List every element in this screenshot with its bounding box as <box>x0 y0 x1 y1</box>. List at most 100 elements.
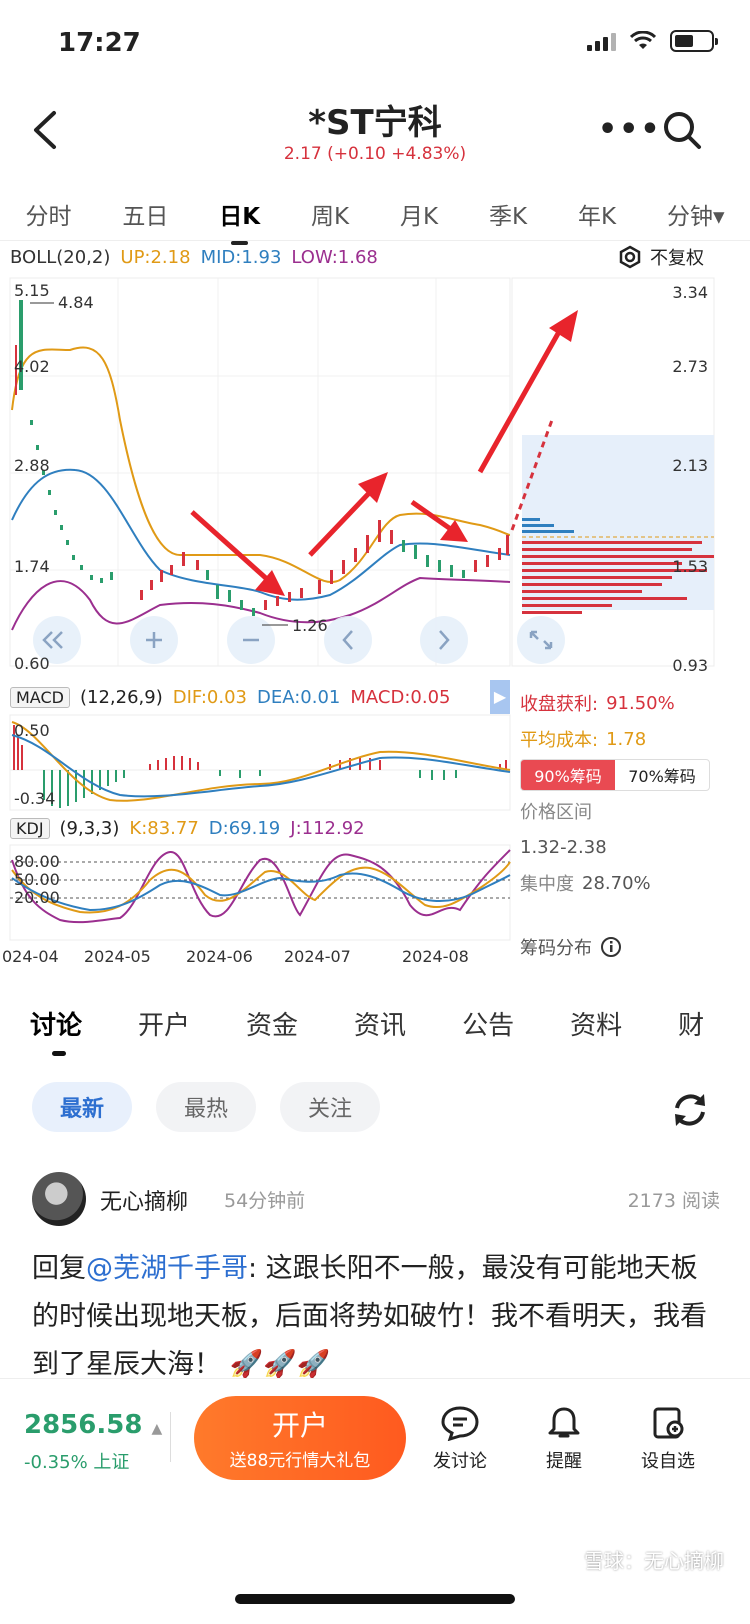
profit-row: 收盘获利: 91.50% <box>520 685 742 721</box>
macd-name[interactable]: MACD <box>10 687 70 708</box>
add-watchlist-button[interactable]: 设自选 <box>628 1405 708 1473</box>
settings-icon <box>619 245 641 269</box>
date-axis-2: 2024-06 <box>186 947 253 966</box>
tab-finance[interactable]: 财 <box>678 1005 704 1042</box>
tab-yearly-k[interactable]: 年K <box>578 193 616 235</box>
concentration-value: 28.70% <box>582 872 651 894</box>
kdj-k-line <box>11 861 511 914</box>
kdj-axis-2: 20.00 <box>14 888 60 907</box>
stock-price-change: 2.17 (+0.10 +4.83%) <box>283 144 467 164</box>
tab-wuri[interactable]: 五日 <box>122 193 168 235</box>
index-change: -0.35% 上证 <box>24 1452 130 1473</box>
expand-arrow-icon[interactable]: ▶ <box>490 680 510 714</box>
tab-funds[interactable]: 资金 <box>246 1005 298 1042</box>
tab-profile[interactable]: 资料 <box>570 1005 622 1042</box>
kdj-axis-1: 50.00 <box>14 870 60 889</box>
tab-weekly-k[interactable]: 周K <box>311 193 349 235</box>
boll-low: LOW:1.68 <box>291 247 378 268</box>
period-tabs: 分时 五日 日K 周K 月K 季K 年K 分钟▾ <box>0 190 750 245</box>
cost-label: 平均成本: <box>520 730 599 751</box>
price-axis-0: 3.34 <box>672 283 708 302</box>
chip-70-button[interactable]: 70%筹码 <box>615 760 709 790</box>
macd-histogram <box>13 725 507 808</box>
filter-latest[interactable]: 最新 <box>32 1082 132 1132</box>
tab-discussion[interactable]: 讨论 <box>30 1005 82 1056</box>
post-reads: 2173 阅读 <box>627 1190 720 1212</box>
concentration-label: 集中度 <box>520 874 574 895</box>
kdj-k: K:83.77 <box>129 818 199 839</box>
kdj-axis-0: 80.00 <box>14 852 60 871</box>
concentration-row: 集中度 28.70% <box>520 865 742 901</box>
battery-icon <box>670 30 718 52</box>
tab-quarterly-k[interactable]: 季K <box>489 193 527 235</box>
filter-hot[interactable]: 最热 <box>156 1082 256 1132</box>
boll-name: BOLL(20,2) <box>10 247 111 268</box>
tab-daily-k[interactable]: 日K <box>219 193 260 245</box>
watermark: 雪球：无心摘柳 <box>584 1549 724 1573</box>
avatar[interactable] <box>32 1172 86 1226</box>
candles <box>15 300 509 616</box>
info-icon <box>601 937 621 957</box>
tab-open-account[interactable]: 开户 <box>138 1005 190 1042</box>
macd-legend: MACD (12,26,9) DIF:0.03 DEA:0.01 MACD:0.… <box>10 687 450 708</box>
profit-label: 收盘获利: <box>520 694 599 715</box>
tab-minute[interactable]: 分钟▾ <box>667 193 725 235</box>
date-axis-1: 2024-05 <box>84 947 151 966</box>
boll-up: UP:2.18 <box>120 247 191 268</box>
more-icon[interactable]: ••• <box>598 112 662 147</box>
post-mention[interactable]: @芜湖千手哥 <box>86 1253 248 1284</box>
kdj-params: (9,3,3) <box>59 818 120 839</box>
post-body[interactable]: 回复@芜湖千手哥: 这跟长阳不一般，最没有可能地天板的时候出现地天板，后面将势如… <box>32 1245 722 1389</box>
tab-fenshi[interactable]: 分时 <box>25 193 71 235</box>
boll-up-line <box>11 346 511 583</box>
low-annotation: 1.26 <box>292 616 328 635</box>
date-axis-3: 2024-07 <box>284 947 351 966</box>
adjust-toggle[interactable]: 不复权 <box>618 244 704 270</box>
kdj-legend: KDJ (9,3,3) K:83.77 D:69.19 J:112.92 <box>10 818 365 839</box>
kdj-j: J:112.92 <box>290 818 365 839</box>
refresh-icon[interactable] <box>670 1090 710 1130</box>
price-left-1: 4.02 <box>14 357 50 376</box>
tab-monthly-k[interactable]: 月K <box>400 193 438 235</box>
price-left-2: 2.88 <box>14 456 50 475</box>
cost-value: 1.78 <box>606 728 647 750</box>
post-author[interactable]: 无心摘柳 <box>100 1184 188 1216</box>
comment-icon <box>441 1406 479 1441</box>
alert-button[interactable]: 提醒 <box>524 1405 604 1473</box>
macd-dea-line <box>11 734 511 798</box>
rocket-emoji: 🚀🚀🚀 <box>229 1349 331 1380</box>
open-account-button[interactable]: 开户 送88元行情大礼包 <box>194 1396 406 1480</box>
add-watchlist-label: 设自选 <box>641 1451 695 1472</box>
profit-value: 91.50% <box>606 692 675 714</box>
filter-following[interactable]: 关注 <box>280 1082 380 1132</box>
date-axis-4: 2024-08 <box>402 947 469 966</box>
kdj-name[interactable]: KDJ <box>10 818 50 839</box>
status-icons <box>587 30 718 52</box>
post-discussion-button[interactable]: 发讨论 <box>420 1405 500 1473</box>
tab-news[interactable]: 资讯 <box>354 1005 406 1042</box>
boll-legend: BOLL(20,2) UP:2.18 MID:1.93 LOW:1.68 <box>10 247 378 268</box>
open-account-sub: 送88元行情大礼包 <box>229 1451 371 1471</box>
boll-mid-line <box>11 468 511 601</box>
macd-params: (12,26,9) <box>79 687 163 708</box>
chip-90-button[interactable]: 90%筹码 <box>521 760 615 790</box>
chip-toggle: 90%筹码 70%筹码 <box>520 759 710 791</box>
reply-prefix: 回复 <box>32 1253 86 1284</box>
home-indicator[interactable] <box>235 1594 515 1604</box>
price-axis-2: 2.13 <box>672 456 708 475</box>
distribution-label: 筹码分布 <box>520 938 592 959</box>
price-axis-3: 1.53 <box>672 557 708 576</box>
add-watchlist-icon <box>653 1407 684 1439</box>
kdj-j-line <box>11 849 511 924</box>
adjust-label: 不复权 <box>650 248 704 269</box>
search-icon[interactable] <box>662 110 702 150</box>
tab-announcements[interactable]: 公告 <box>462 1005 514 1042</box>
alert-label: 提醒 <box>546 1451 582 1472</box>
price-axis-4: 0.93 <box>672 656 708 675</box>
distribution-row[interactable]: 筹码分布 <box>520 929 742 965</box>
price-axis-1: 2.73 <box>672 357 708 376</box>
boll-mid: MID:1.93 <box>200 247 282 268</box>
kdj-d-line <box>11 872 511 912</box>
index-value[interactable]: 2856.58 ▲ <box>24 1410 162 1440</box>
macd-axis-0: 0.50 <box>14 721 50 740</box>
